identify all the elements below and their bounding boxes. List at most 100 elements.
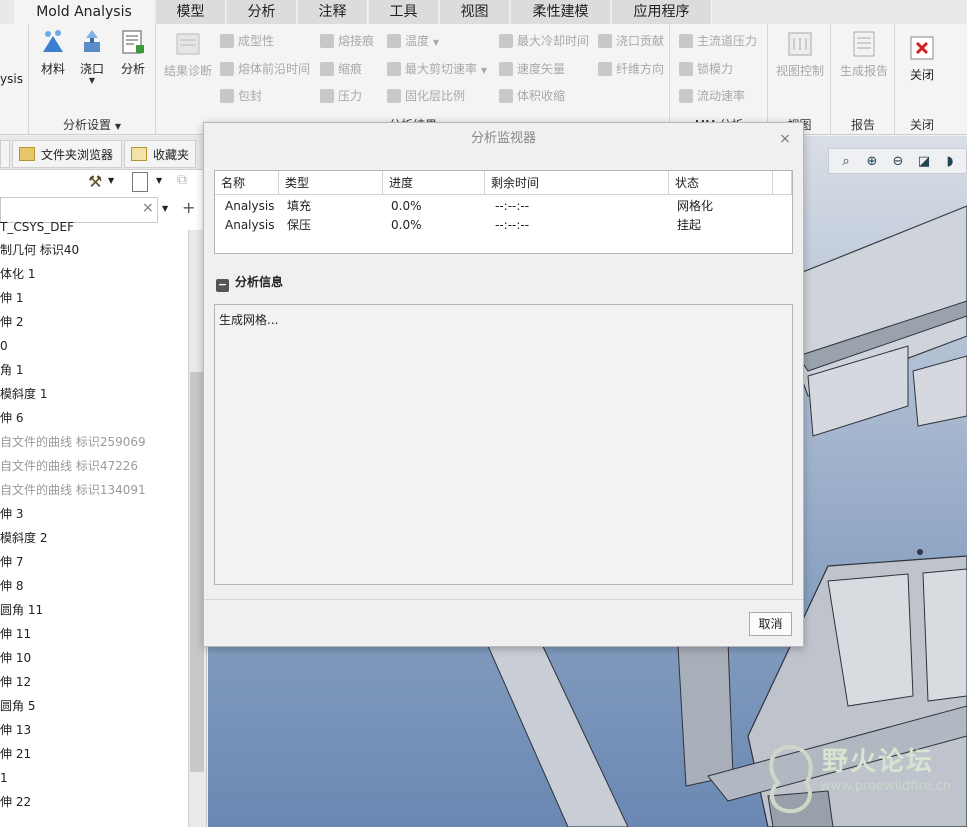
add-icon[interactable]: + bbox=[182, 198, 195, 217]
view-control-button[interactable]: 视图控制 bbox=[773, 30, 827, 79]
velocity-vector-button[interactable]: 速度矢量 bbox=[499, 60, 565, 78]
tab-flexible-modeling[interactable]: 柔性建模 bbox=[511, 0, 611, 24]
collapse-icon[interactable]: − bbox=[216, 279, 229, 292]
tab-favorites[interactable]: 收藏夹 bbox=[124, 140, 196, 168]
show-list-icon[interactable] bbox=[132, 172, 148, 192]
tree-item[interactable]: 自文件的曲线 标识134091 bbox=[0, 478, 188, 502]
tab-mold-analysis[interactable]: Mold Analysis bbox=[14, 0, 155, 25]
analysis-info-header[interactable]: − 分析信息 bbox=[216, 273, 283, 292]
col-header-status[interactable]: 状态 bbox=[669, 171, 773, 195]
clear-search-icon[interactable]: × bbox=[142, 200, 154, 216]
generate-report-button[interactable]: 生成报告 bbox=[836, 30, 892, 79]
zoom-in-icon[interactable]: ⊕ bbox=[863, 153, 881, 171]
ribbon-tab-bar: Mold Analysis 模型 分析 注释 工具 视图 柔性建模 应用程序 bbox=[0, 0, 967, 25]
tree-item[interactable]: 圆角 11 bbox=[0, 598, 188, 622]
max-shear-rate-button[interactable]: 最大剪切速率 ▼ bbox=[387, 60, 487, 78]
tree-item[interactable]: 0 bbox=[0, 334, 188, 358]
analysis-button[interactable]: 分析 bbox=[115, 28, 151, 77]
air-trap-button[interactable]: 包封 bbox=[220, 87, 262, 105]
tree-item[interactable]: 伸 12 bbox=[0, 670, 188, 694]
gate-dropdown-icon[interactable]: ▼ bbox=[75, 77, 109, 85]
tab-view[interactable]: 视图 bbox=[440, 0, 510, 24]
view-control-label: 视图控制 bbox=[775, 64, 824, 78]
close-ribbon-button[interactable]: 关闭 bbox=[900, 34, 944, 83]
sprue-pressure-button[interactable]: 主流道压力 bbox=[679, 32, 757, 50]
tab-annotate[interactable]: 注释 bbox=[298, 0, 368, 24]
gate-contribution-button[interactable]: 浇口贡献 bbox=[598, 32, 664, 50]
tree-item[interactable]: 伸 2 bbox=[0, 310, 188, 334]
results-diagnose-button[interactable]: 结果诊断 bbox=[161, 30, 215, 79]
tab-analysis[interactable]: 分析 bbox=[227, 0, 297, 24]
fiber-orientation-button[interactable]: 纤维方向 bbox=[598, 60, 664, 78]
col-header-name[interactable]: 名称 bbox=[215, 171, 279, 195]
tree-item[interactable]: T_CSYS_DEF bbox=[0, 222, 188, 238]
velocity-vector-label: 速度矢量 bbox=[517, 62, 566, 76]
col-header-filler bbox=[773, 171, 792, 195]
zoom-out-icon[interactable]: ⊖ bbox=[889, 153, 907, 171]
tab-tools[interactable]: 工具 bbox=[369, 0, 439, 24]
tree-item[interactable]: 角 1 bbox=[0, 358, 188, 382]
weld-line-button[interactable]: 熔接痕 bbox=[320, 32, 374, 50]
max-cooling-time-button[interactable]: 最大冷却时间 bbox=[499, 32, 589, 50]
col-header-type[interactable]: 类型 bbox=[279, 171, 383, 195]
tree-item[interactable]: 1 bbox=[0, 766, 188, 790]
tree-item[interactable]: 伸 21 bbox=[0, 742, 188, 766]
tree-item[interactable]: 自文件的曲线 标识259069 bbox=[0, 430, 188, 454]
tree-item[interactable]: 自文件的曲线 标识47226 bbox=[0, 454, 188, 478]
moldability-button[interactable]: 成型性 bbox=[220, 32, 274, 50]
dialog-close-icon[interactable]: × bbox=[777, 123, 793, 155]
col-header-progress[interactable]: 进度 bbox=[383, 171, 485, 195]
flow-rate-button[interactable]: 流动速率 bbox=[679, 87, 745, 105]
analysis-setup-group-label[interactable]: 分析设置 ▼ bbox=[29, 116, 155, 133]
tree-item[interactable]: 伸 7 bbox=[0, 550, 188, 574]
frozen-layer-button[interactable]: 固化层比例 bbox=[387, 87, 465, 105]
tab-model[interactable]: 模型 bbox=[156, 0, 226, 24]
model-tree-tab[interactable] bbox=[0, 140, 10, 168]
tree-item[interactable]: 体化 1 bbox=[0, 262, 188, 286]
tree-item[interactable]: 伸 22 bbox=[0, 790, 188, 814]
cancel-button[interactable]: 取消 bbox=[749, 612, 792, 636]
filter-icon[interactable]: ⧉ bbox=[177, 172, 197, 192]
tree-item[interactable]: 伸 1 bbox=[0, 286, 188, 310]
chevron-down-icon[interactable]: ▼ bbox=[162, 204, 168, 213]
sink-mark-icon bbox=[320, 62, 334, 76]
chevron-down-icon[interactable]: ▼ bbox=[108, 176, 114, 185]
display-style-icon[interactable]: ◗ bbox=[941, 153, 959, 171]
settings-tools-icon[interactable]: ⚒ bbox=[88, 172, 106, 192]
tree-item[interactable]: 圆角 5 bbox=[0, 694, 188, 718]
col-header-remaining[interactable]: 剩余时间 bbox=[485, 171, 669, 195]
tree-item[interactable]: 伸 11 bbox=[0, 622, 188, 646]
frozen-layer-icon bbox=[387, 89, 401, 103]
dialog-title: 分析监视器 bbox=[204, 123, 803, 155]
flow-rate-icon bbox=[679, 89, 693, 103]
material-button[interactable]: 材料 bbox=[35, 28, 71, 77]
analysis-icon bbox=[122, 30, 144, 54]
temperature-button[interactable]: 温度 ▼ bbox=[387, 32, 439, 50]
tree-item[interactable]: 伸 6 bbox=[0, 406, 188, 430]
tree-scrollbar-thumb[interactable] bbox=[190, 372, 204, 772]
analysis-info-log[interactable]: 生成网格... bbox=[214, 304, 793, 585]
chevron-down-icon[interactable]: ▼ bbox=[156, 176, 162, 185]
refit-icon[interactable]: ⌕ bbox=[837, 153, 855, 171]
pressure-button[interactable]: 压力 bbox=[320, 87, 362, 105]
sink-mark-button[interactable]: 缩痕 bbox=[320, 60, 362, 78]
clamp-force-button[interactable]: 锁模力 bbox=[679, 60, 733, 78]
watermark-logo-icon bbox=[769, 744, 813, 814]
gate-button[interactable]: 浇口 ▼ bbox=[75, 28, 109, 85]
tab-applications[interactable]: 应用程序 bbox=[612, 0, 712, 24]
fill-time-button[interactable]: 熔体前沿时间 bbox=[220, 60, 310, 78]
weld-line-icon bbox=[320, 34, 334, 48]
tree-item[interactable]: 模斜度 2 bbox=[0, 526, 188, 550]
tab-folder-browser[interactable]: 文件夹浏览器 bbox=[12, 140, 122, 168]
volume-shrinkage-button[interactable]: 体积收缩 bbox=[499, 87, 565, 105]
tree-item[interactable]: 模斜度 1 bbox=[0, 382, 188, 406]
sink-mark-label: 缩痕 bbox=[338, 62, 363, 76]
tree-item[interactable]: 伸 8 bbox=[0, 574, 188, 598]
tree-item[interactable]: 伸 10 bbox=[0, 646, 188, 670]
repaint-icon[interactable]: ◪ bbox=[915, 153, 933, 171]
tree-item[interactable]: 伸 13 bbox=[0, 718, 188, 742]
pressure-label: 压力 bbox=[338, 89, 363, 103]
tree-item[interactable]: 伸 3 bbox=[0, 502, 188, 526]
tree-item[interactable]: 制几何 标识40 bbox=[0, 238, 188, 262]
tree-search-input[interactable] bbox=[0, 197, 158, 223]
